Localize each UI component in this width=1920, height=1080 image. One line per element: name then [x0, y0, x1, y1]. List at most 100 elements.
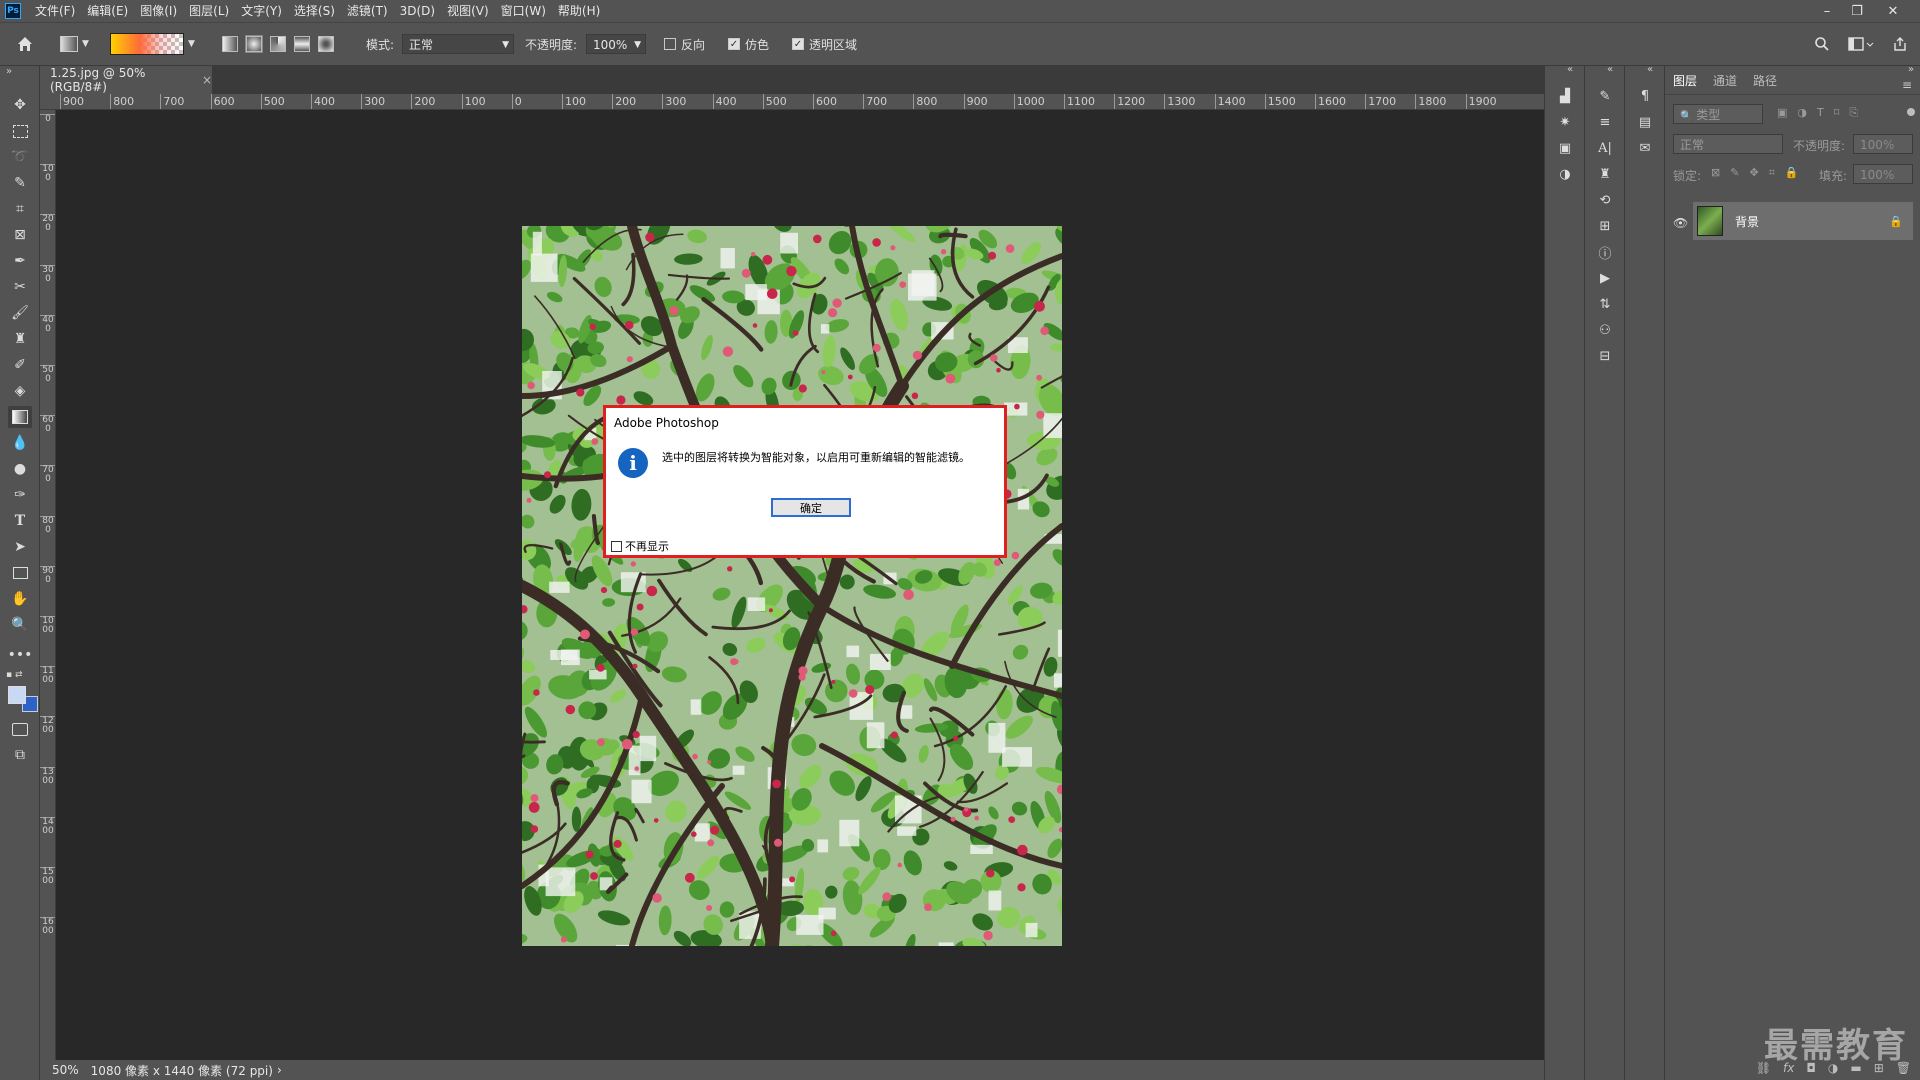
menu-item-10[interactable]: 帮助(H) [552, 0, 606, 22]
layer-name[interactable]: 背景 [1735, 213, 1759, 230]
zoom-tool-icon[interactable]: 🔍 [8, 614, 32, 636]
blend-mode-select[interactable]: 正常 [1673, 134, 1783, 154]
eraser-tool-icon[interactable]: ◈ [8, 380, 32, 402]
panel-menu-icon[interactable]: ≡ [1902, 78, 1912, 92]
edit-toolbar-icon[interactable]: ••• [8, 644, 33, 666]
mode-select[interactable]: 正常 ▼ [402, 34, 514, 54]
timeline-icon[interactable]: ⊟ [1595, 346, 1615, 366]
home-icon[interactable] [16, 23, 34, 65]
dont-show-again-box[interactable] [611, 540, 622, 552]
info-menu-arrow[interactable]: › [277, 1063, 282, 1077]
clone-stamp-tool-icon[interactable]: ♜ [8, 328, 32, 350]
eye-icon[interactable]: 👁 [1673, 216, 1688, 230]
lock-all-icon[interactable]: 🔒 [1785, 166, 1799, 180]
marquee-tool-icon[interactable] [8, 120, 32, 142]
menu-item-8[interactable]: 视图(V) [441, 0, 495, 22]
type-tool-icon[interactable]: T [8, 510, 32, 532]
workspace-icon[interactable] [1848, 23, 1874, 65]
document-image[interactable] [522, 226, 1062, 946]
styles-icon[interactable]: ⊞ [1595, 216, 1615, 236]
layers-tab-2[interactable]: 路径 [1753, 72, 1777, 89]
history-icon[interactable]: ⟲ [1595, 190, 1615, 210]
dither-checkbox[interactable]: ✓ 仿色 [728, 23, 769, 65]
rectangle-tool-icon[interactable] [8, 562, 32, 584]
move-tool-icon[interactable]: ✥ [8, 94, 32, 116]
ok-button[interactable]: 确定 [771, 498, 851, 517]
menu-item-1[interactable]: 编辑(E) [81, 0, 134, 22]
minimize-button[interactable]: – [1812, 0, 1842, 22]
collapse-icon[interactable]: « [1607, 64, 1613, 75]
menu-item-3[interactable]: 图层(L) [183, 0, 235, 22]
brushes-icon[interactable]: ≡ [1595, 112, 1615, 132]
lock-position-icon[interactable]: ✥ [1749, 166, 1758, 180]
menu-item-7[interactable]: 3D(D) [394, 0, 441, 22]
tool-preset-picker[interactable]: ▼ [60, 23, 89, 65]
reverse-checkbox-box[interactable] [664, 38, 676, 50]
lock-pixels-icon[interactable]: ✎ [1730, 166, 1739, 180]
path-selection-tool-icon[interactable]: ➤ [8, 536, 32, 558]
character-icon[interactable]: A| [1595, 138, 1615, 158]
frame-tool-icon[interactable]: ⊠ [8, 224, 32, 246]
menu-item-4[interactable]: 文字(Y) [235, 0, 288, 22]
brush-settings-icon[interactable]: ✎ [1595, 86, 1615, 106]
transparency-checkbox[interactable]: ✓ 透明区域 [792, 23, 857, 65]
pixel-filter-icon[interactable]: ▣ [1777, 106, 1787, 120]
menu-item-0[interactable]: 文件(F) [29, 0, 81, 22]
histogram-icon[interactable]: ▟ [1555, 86, 1575, 106]
pen-tool-icon[interactable]: ✑ [8, 484, 32, 506]
reflected-gradient-button[interactable] [294, 36, 310, 52]
paragraph-icon[interactable]: ¶ [1635, 86, 1655, 106]
layer-opacity-input[interactable]: 100% [1853, 134, 1913, 154]
zoom-level[interactable]: 50% [52, 1063, 79, 1077]
close-button[interactable]: ✕ [1878, 0, 1908, 22]
filter-toggle-icon[interactable] [1907, 108, 1915, 116]
crop-tool-icon[interactable]: ⌗ [8, 198, 32, 220]
restore-button[interactable]: ❐ [1842, 0, 1872, 22]
gradient-picker[interactable]: ▼ [110, 23, 195, 65]
navigator-icon[interactable]: ✷ [1555, 112, 1575, 132]
layers-tab-1[interactable]: 通道 [1713, 72, 1737, 89]
search-icon[interactable] [1814, 23, 1830, 65]
menu-item-6[interactable]: 滤镜(T) [341, 0, 394, 22]
lock-artboard-icon[interactable]: ⌗ [1769, 166, 1775, 180]
hand-tool-icon[interactable]: ✋ [8, 588, 32, 610]
eyedropper-tool-icon[interactable]: ✒ [8, 250, 32, 272]
layers-tab-0[interactable]: 图层 [1673, 72, 1697, 89]
actions-icon[interactable]: ▶ [1595, 268, 1615, 288]
collapse-icon[interactable]: « [1647, 64, 1653, 75]
gradient-tool-icon[interactable] [8, 406, 32, 428]
diamond-gradient-button[interactable] [318, 36, 334, 52]
transparency-checkbox-box[interactable]: ✓ [792, 38, 804, 50]
angle-gradient-button[interactable] [270, 36, 286, 52]
menu-item-5[interactable]: 选择(S) [288, 0, 341, 22]
3d-icon[interactable]: ⚇ [1595, 320, 1615, 340]
healing-brush-tool-icon[interactable]: ✂ [8, 276, 32, 298]
canvas-area[interactable] [56, 110, 1544, 1060]
smart-object-filter-icon[interactable]: ⎘ [1849, 106, 1858, 120]
lasso-tool-icon[interactable]: ➰ [8, 146, 32, 168]
menu-item-2[interactable]: 图像(I) [134, 0, 183, 22]
expand-toolbar-icon[interactable]: » [6, 66, 12, 77]
blur-tool-icon[interactable]: 💧 [8, 432, 32, 454]
properties-icon[interactable]: ▤ [1635, 112, 1655, 132]
clone-source-icon[interactable]: ♜ [1595, 164, 1615, 184]
dodge-tool-icon[interactable]: ● [8, 458, 32, 480]
swap-colors-icon[interactable]: ▪ ⇄ [6, 670, 36, 680]
quick-selection-tool-icon[interactable]: ✎ [8, 172, 32, 194]
brush-tool-icon[interactable]: 🖌 [8, 302, 32, 324]
foreground-color-swatch[interactable] [8, 686, 26, 704]
lock-icon[interactable]: 🔒 [1889, 215, 1903, 228]
reverse-checkbox[interactable]: 反向 [664, 23, 705, 65]
collapse-icon[interactable]: « [1567, 64, 1573, 75]
adjustments-icon[interactable]: ◑ [1555, 164, 1575, 184]
dither-checkbox-box[interactable]: ✓ [728, 38, 740, 50]
document-tab[interactable]: 1.25.jpg @ 50%(RGB/8#) × [40, 66, 212, 94]
radial-gradient-button[interactable] [245, 35, 263, 53]
share-icon[interactable] [1892, 23, 1908, 65]
quick-mask-icon[interactable] [8, 718, 32, 740]
screen-mode-icon[interactable]: ⧉ [8, 744, 32, 766]
libraries-icon[interactable]: ▣ [1555, 138, 1575, 158]
linear-gradient-button[interactable] [222, 36, 238, 52]
type-filter-icon[interactable]: T [1817, 106, 1824, 120]
layer-filter-select[interactable]: 🔍 类型 [1673, 104, 1763, 124]
